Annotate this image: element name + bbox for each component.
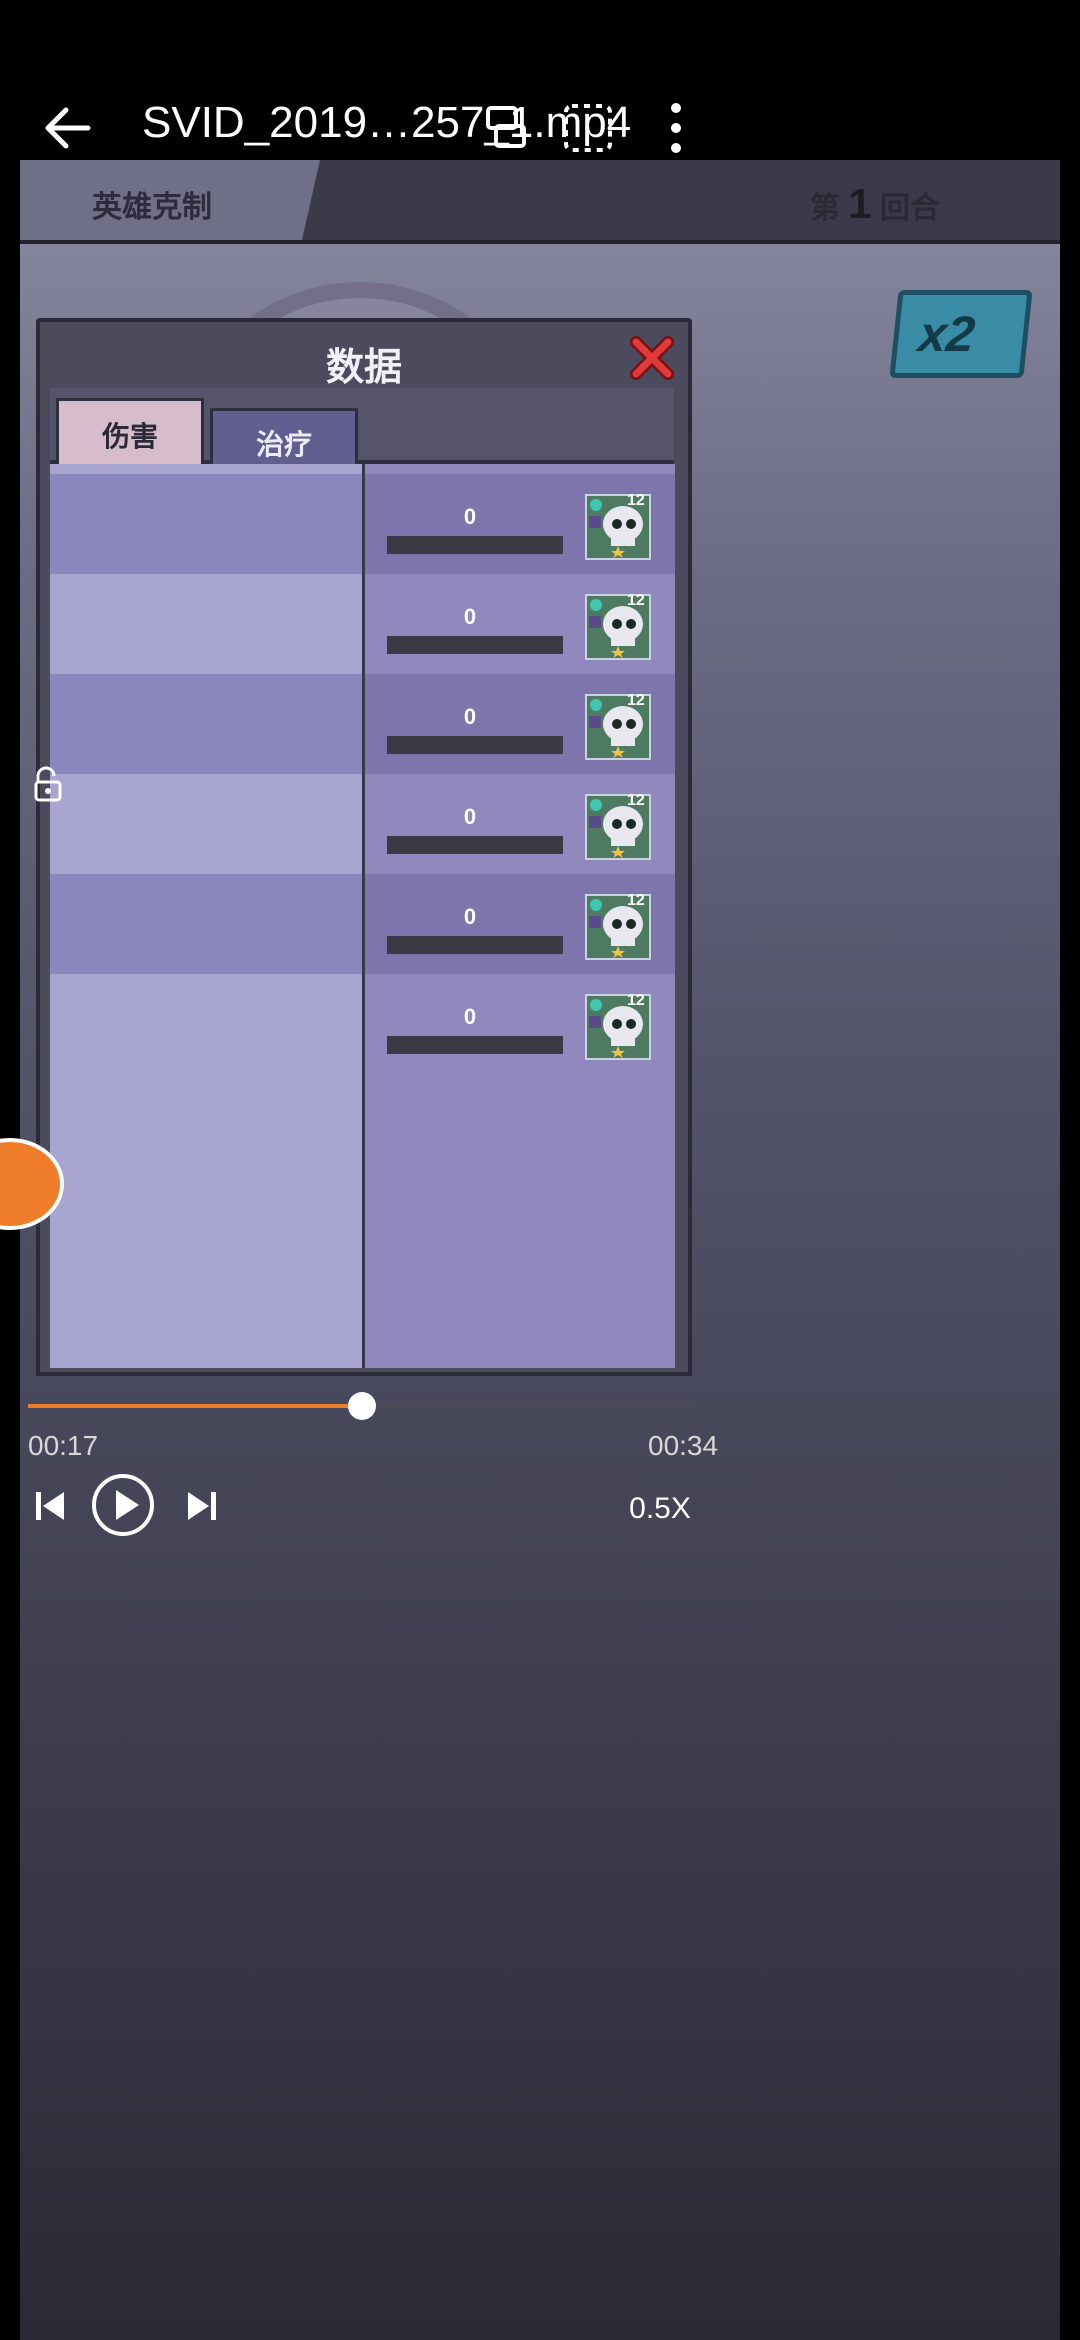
round-number: 1 [848, 180, 872, 227]
current-time: 00:17 [28, 1430, 99, 1461]
stat-bar [387, 936, 563, 954]
stat-bar [387, 1036, 563, 1054]
play-icon[interactable] [90, 1472, 156, 1538]
seek-thumb[interactable] [348, 1392, 376, 1420]
game-header: 英雄克制 第 1 回合 [20, 160, 1060, 244]
previous-icon[interactable] [34, 1488, 66, 1524]
playback-speed-button[interactable]: 0.5X [620, 1474, 700, 1538]
hero-level: 12 [627, 692, 645, 709]
lock-icon[interactable] [30, 766, 66, 802]
dialog-title: 数据 [325, 347, 402, 389]
hero-level: 12 [627, 792, 645, 809]
hero-level: 12 [627, 892, 645, 909]
stat-value: 0 [463, 804, 477, 829]
stat-row: 0 12 [365, 574, 675, 674]
stat-value: 0 [463, 704, 477, 729]
round-indicator: 第 1 回合 [810, 180, 940, 228]
list-item [50, 874, 362, 974]
close-icon[interactable] [628, 334, 676, 382]
stat-row: 0 12 [365, 674, 675, 774]
stat-row: 0 12 [365, 774, 675, 874]
right-panel: 0 12 0 12 0 12 0 12 0 12 0 12 [365, 464, 675, 1368]
playback-speed-label: 0.5X [629, 1492, 691, 1525]
dialog-body: 伤害 治疗 0 12 0 12 0 12 0 12 0 12 0 12 [36, 388, 692, 1376]
tab-heal[interactable]: 治疗 [210, 408, 358, 465]
top-bar: SVID_2019…257_1.mp4 [0, 0, 1080, 160]
stat-value: 0 [463, 604, 477, 629]
round-prefix: 第 [809, 192, 840, 225]
more-icon[interactable] [640, 92, 712, 164]
speed-badge-label: x2 [916, 306, 978, 362]
stat-row: 0 12 [365, 974, 675, 1074]
tab-damage[interactable]: 伤害 [56, 398, 204, 479]
speed-badge[interactable]: x2 [889, 290, 1033, 378]
tab-heal-label: 治疗 [255, 429, 312, 460]
stat-value: 0 [463, 904, 477, 929]
tab-damage-label: 伤害 [101, 421, 158, 452]
list-item [50, 574, 362, 674]
stat-row: 0 12 [365, 874, 675, 974]
fullscreen-icon[interactable] [552, 92, 624, 164]
hero-level: 12 [627, 992, 645, 1009]
list-item [50, 974, 362, 1074]
next-icon[interactable] [186, 1488, 218, 1524]
dialog-header: 数据 [36, 318, 692, 392]
list-item [50, 774, 362, 874]
stat-bar [387, 536, 563, 554]
rotate-icon[interactable] [470, 92, 542, 164]
stat-value: 0 [463, 504, 477, 529]
seek-progress [28, 1404, 362, 1408]
stat-bar [387, 836, 563, 854]
hero-level: 12 [627, 492, 645, 509]
hero-counter-label: 英雄克制 [92, 191, 212, 224]
left-panel [50, 464, 365, 1368]
data-dialog: 数据 伤害 治疗 0 12 0 12 0 12 0 12 0 12 0 12 [36, 318, 692, 1378]
list-item [50, 474, 362, 574]
stat-row: 0 12 [365, 474, 675, 574]
stat-bar [387, 636, 563, 654]
list-item [50, 674, 362, 774]
back-arrow-icon[interactable] [36, 92, 108, 164]
stat-bar [387, 736, 563, 754]
duration-time: 00:34 [648, 1430, 719, 1461]
hero-level: 12 [627, 592, 645, 609]
hero-counter-tab[interactable]: 英雄克制 [20, 160, 320, 240]
stat-value: 0 [463, 1004, 477, 1029]
round-suffix: 回合 [880, 192, 940, 225]
tab-bar: 伤害 治疗 [50, 388, 674, 479]
